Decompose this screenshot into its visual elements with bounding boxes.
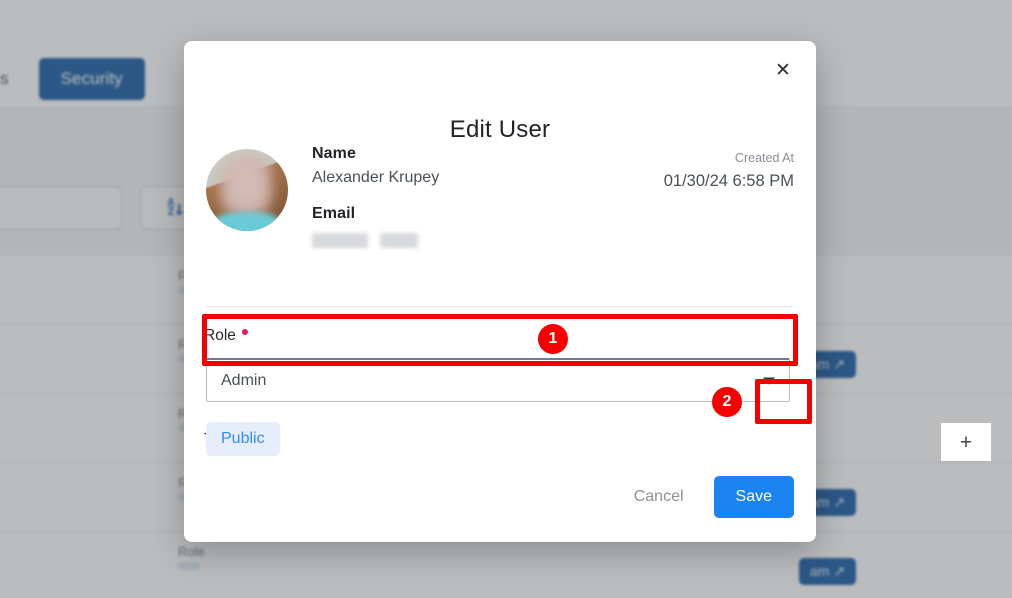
modal-action-bar: Cancel Save — [620, 476, 794, 518]
close-icon[interactable]: ✕ — [766, 53, 800, 87]
team-chip-public[interactable]: Public — [206, 422, 280, 456]
edit-user-modal: ✕ Edit User Name Alexander Krupey Email … — [184, 41, 991, 542]
created-at-value: 01/30/24 6:58 PM — [663, 172, 794, 190]
section-divider — [206, 306, 792, 307]
name-value: Alexander Krupey — [312, 169, 440, 186]
screen-root: ections Security A Z↓ Role — [0, 0, 1012, 598]
avatar-blur-patch — [224, 155, 269, 210]
teams-chip-list: Public — [206, 422, 280, 456]
avatar — [206, 149, 288, 231]
role-select[interactable]: Admin — [206, 358, 790, 402]
plus-icon: + — [959, 430, 973, 454]
created-at-block: Created At 01/30/24 6:58 PM — [664, 151, 794, 191]
user-fields: Name Alexander Krupey Email — [312, 145, 439, 248]
role-label: Role — [204, 327, 236, 344]
user-summary: Name Alexander Krupey Email Created At 0… — [206, 145, 794, 263]
avatar-shirt — [212, 211, 282, 231]
role-field-label-row: Role — [204, 327, 248, 345]
save-button[interactable]: Save — [713, 476, 794, 518]
chevron-down-icon — [763, 377, 775, 384]
page-title: Edit User — [449, 116, 551, 143]
name-label: Name — [312, 145, 356, 162]
cancel-button[interactable]: Cancel — [620, 478, 698, 516]
role-selected-value: Admin — [221, 371, 267, 389]
created-at-label: Created At — [734, 151, 794, 165]
email-value-redacted — [312, 233, 439, 248]
required-indicator-icon — [241, 329, 248, 335]
email-label: Email — [312, 205, 356, 222]
add-team-button[interactable]: + — [941, 423, 991, 461]
